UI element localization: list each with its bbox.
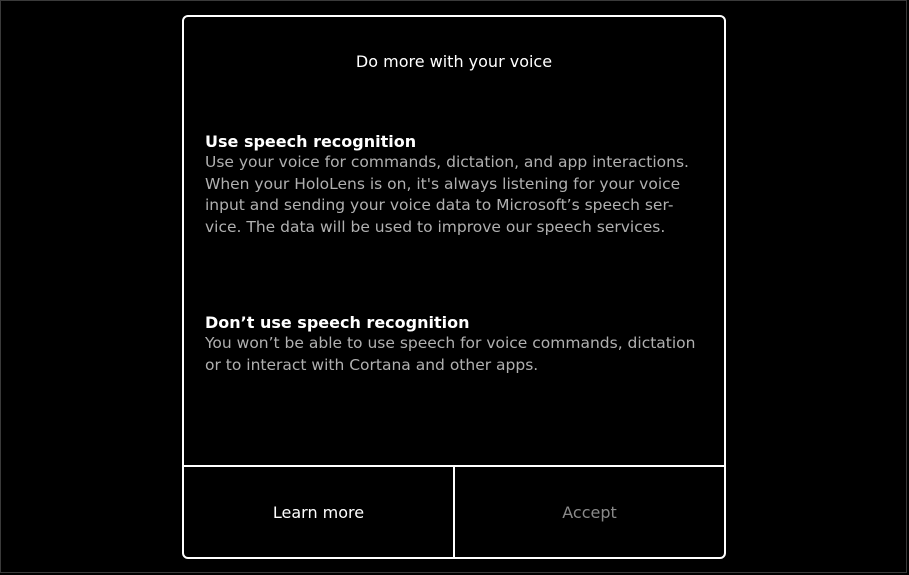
option-description-line: input and sending your voice data to Mic… — [205, 196, 674, 214]
option-description-line: or to interact with Cortana and other ap… — [205, 355, 539, 374]
dialog-title: Do more with your voice — [355, 52, 553, 71]
accept-button[interactable]: Accept — [455, 467, 724, 557]
option-use-speech[interactable]: Use speech recognition Use your voice fo… — [205, 131, 705, 238]
voice-consent-dialog: Do more with your voice Use speech recog… — [182, 15, 726, 559]
option-description-line: vice. The data will be used to improve o… — [205, 217, 666, 236]
learn-more-button[interactable]: Learn more — [184, 467, 455, 557]
option-heading: Use speech recognition — [205, 132, 417, 151]
option-description-line: You won’t be able to use speech for voic… — [205, 334, 696, 352]
option-dont-use-speech[interactable]: Don’t use speech recognition You won’t b… — [205, 312, 705, 376]
dialog-button-bar: Learn more Accept — [184, 465, 724, 557]
option-description-line: Use your voice for commands, dictation, … — [205, 153, 689, 171]
option-heading: Don’t use speech recognition — [205, 313, 470, 332]
option-description-line: When your HoloLens is on, it's always li… — [205, 174, 681, 193]
